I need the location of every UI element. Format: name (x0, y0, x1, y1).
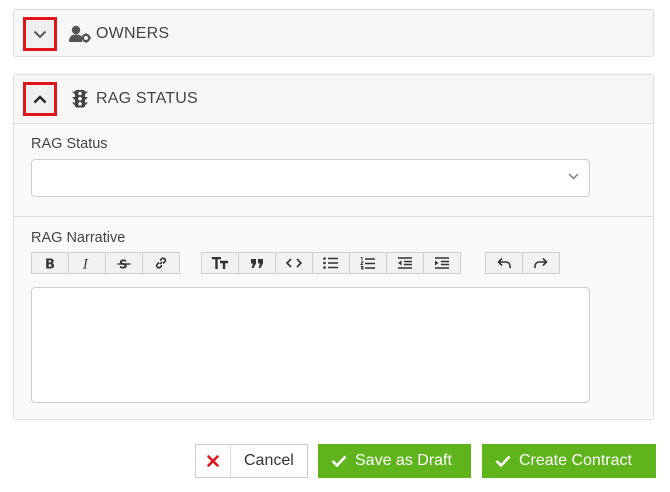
italic-button[interactable]: I (68, 252, 106, 274)
cancel-button[interactable]: Cancel (195, 444, 308, 478)
rag-narrative-label: RAG Narrative (31, 230, 125, 246)
editor-toolbar-formatting: B I S (31, 252, 180, 274)
create-contract-button[interactable]: Create Contract (482, 444, 656, 478)
numbered-list-button[interactable] (349, 252, 387, 274)
strikethrough-button[interactable]: S (105, 252, 143, 274)
undo-button[interactable] (485, 252, 523, 274)
text-size-button[interactable] (201, 252, 239, 274)
close-icon (207, 455, 219, 467)
save-as-draft-button[interactable]: Save as Draft (318, 444, 471, 478)
link-icon (154, 256, 168, 270)
rag-status-panel-header[interactable]: RAG STATUS (14, 75, 653, 124)
rag-narrative-field-group: RAG Narrative B I S (14, 217, 653, 419)
close-icon-wrapper (196, 445, 231, 477)
bullet-list-button[interactable] (312, 252, 350, 274)
svg-text:I: I (82, 257, 89, 270)
rag-status-field-group: RAG Status (14, 124, 653, 217)
save-as-draft-button-label: Save as Draft (355, 452, 452, 470)
svg-text:B: B (45, 257, 55, 270)
collapse-rag-status-button[interactable] (23, 82, 57, 116)
rag-status-panel: RAG STATUS RAG Status RAG Narrative B I … (13, 74, 654, 420)
undo-icon (496, 257, 512, 269)
chevron-down-icon (33, 30, 47, 39)
bold-icon: B (44, 257, 56, 270)
outdent-button[interactable] (386, 252, 424, 274)
quote-button[interactable] (238, 252, 276, 274)
rag-status-select[interactable] (31, 159, 590, 197)
outdent-icon (397, 257, 413, 269)
chevron-up-icon (33, 95, 47, 104)
editor-toolbar-blocks (201, 252, 461, 274)
editor-toolbar-history (485, 252, 560, 274)
check-icon (495, 455, 511, 467)
create-contract-button-label: Create Contract (519, 452, 632, 470)
text-size-icon (211, 257, 229, 270)
link-button[interactable] (142, 252, 180, 274)
strikethrough-icon: S (117, 257, 131, 270)
quote-icon (250, 258, 264, 269)
redo-button[interactable] (522, 252, 560, 274)
traffic-light-icon (69, 89, 91, 108)
owners-panel-title: OWNERS (96, 25, 169, 43)
owners-panel: OWNERS (13, 9, 654, 57)
check-icon (331, 455, 347, 467)
indent-button[interactable] (423, 252, 461, 274)
rag-status-label: RAG Status (31, 136, 108, 152)
italic-icon: I (81, 257, 93, 270)
code-button[interactable] (275, 252, 313, 274)
rag-status-panel-title: RAG STATUS (96, 90, 198, 108)
user-settings-icon (69, 25, 91, 43)
cancel-button-label: Cancel (244, 452, 294, 470)
expand-owners-button[interactable] (23, 17, 57, 51)
owners-panel-header[interactable]: OWNERS (14, 10, 653, 58)
redo-icon (533, 257, 549, 269)
bold-button[interactable]: B (31, 252, 69, 274)
numbered-list-icon (360, 257, 376, 270)
bullet-list-icon (323, 257, 339, 269)
chevron-down-icon (568, 173, 579, 180)
indent-icon (434, 257, 450, 269)
rag-narrative-editor[interactable] (31, 287, 590, 403)
code-icon (286, 258, 302, 268)
